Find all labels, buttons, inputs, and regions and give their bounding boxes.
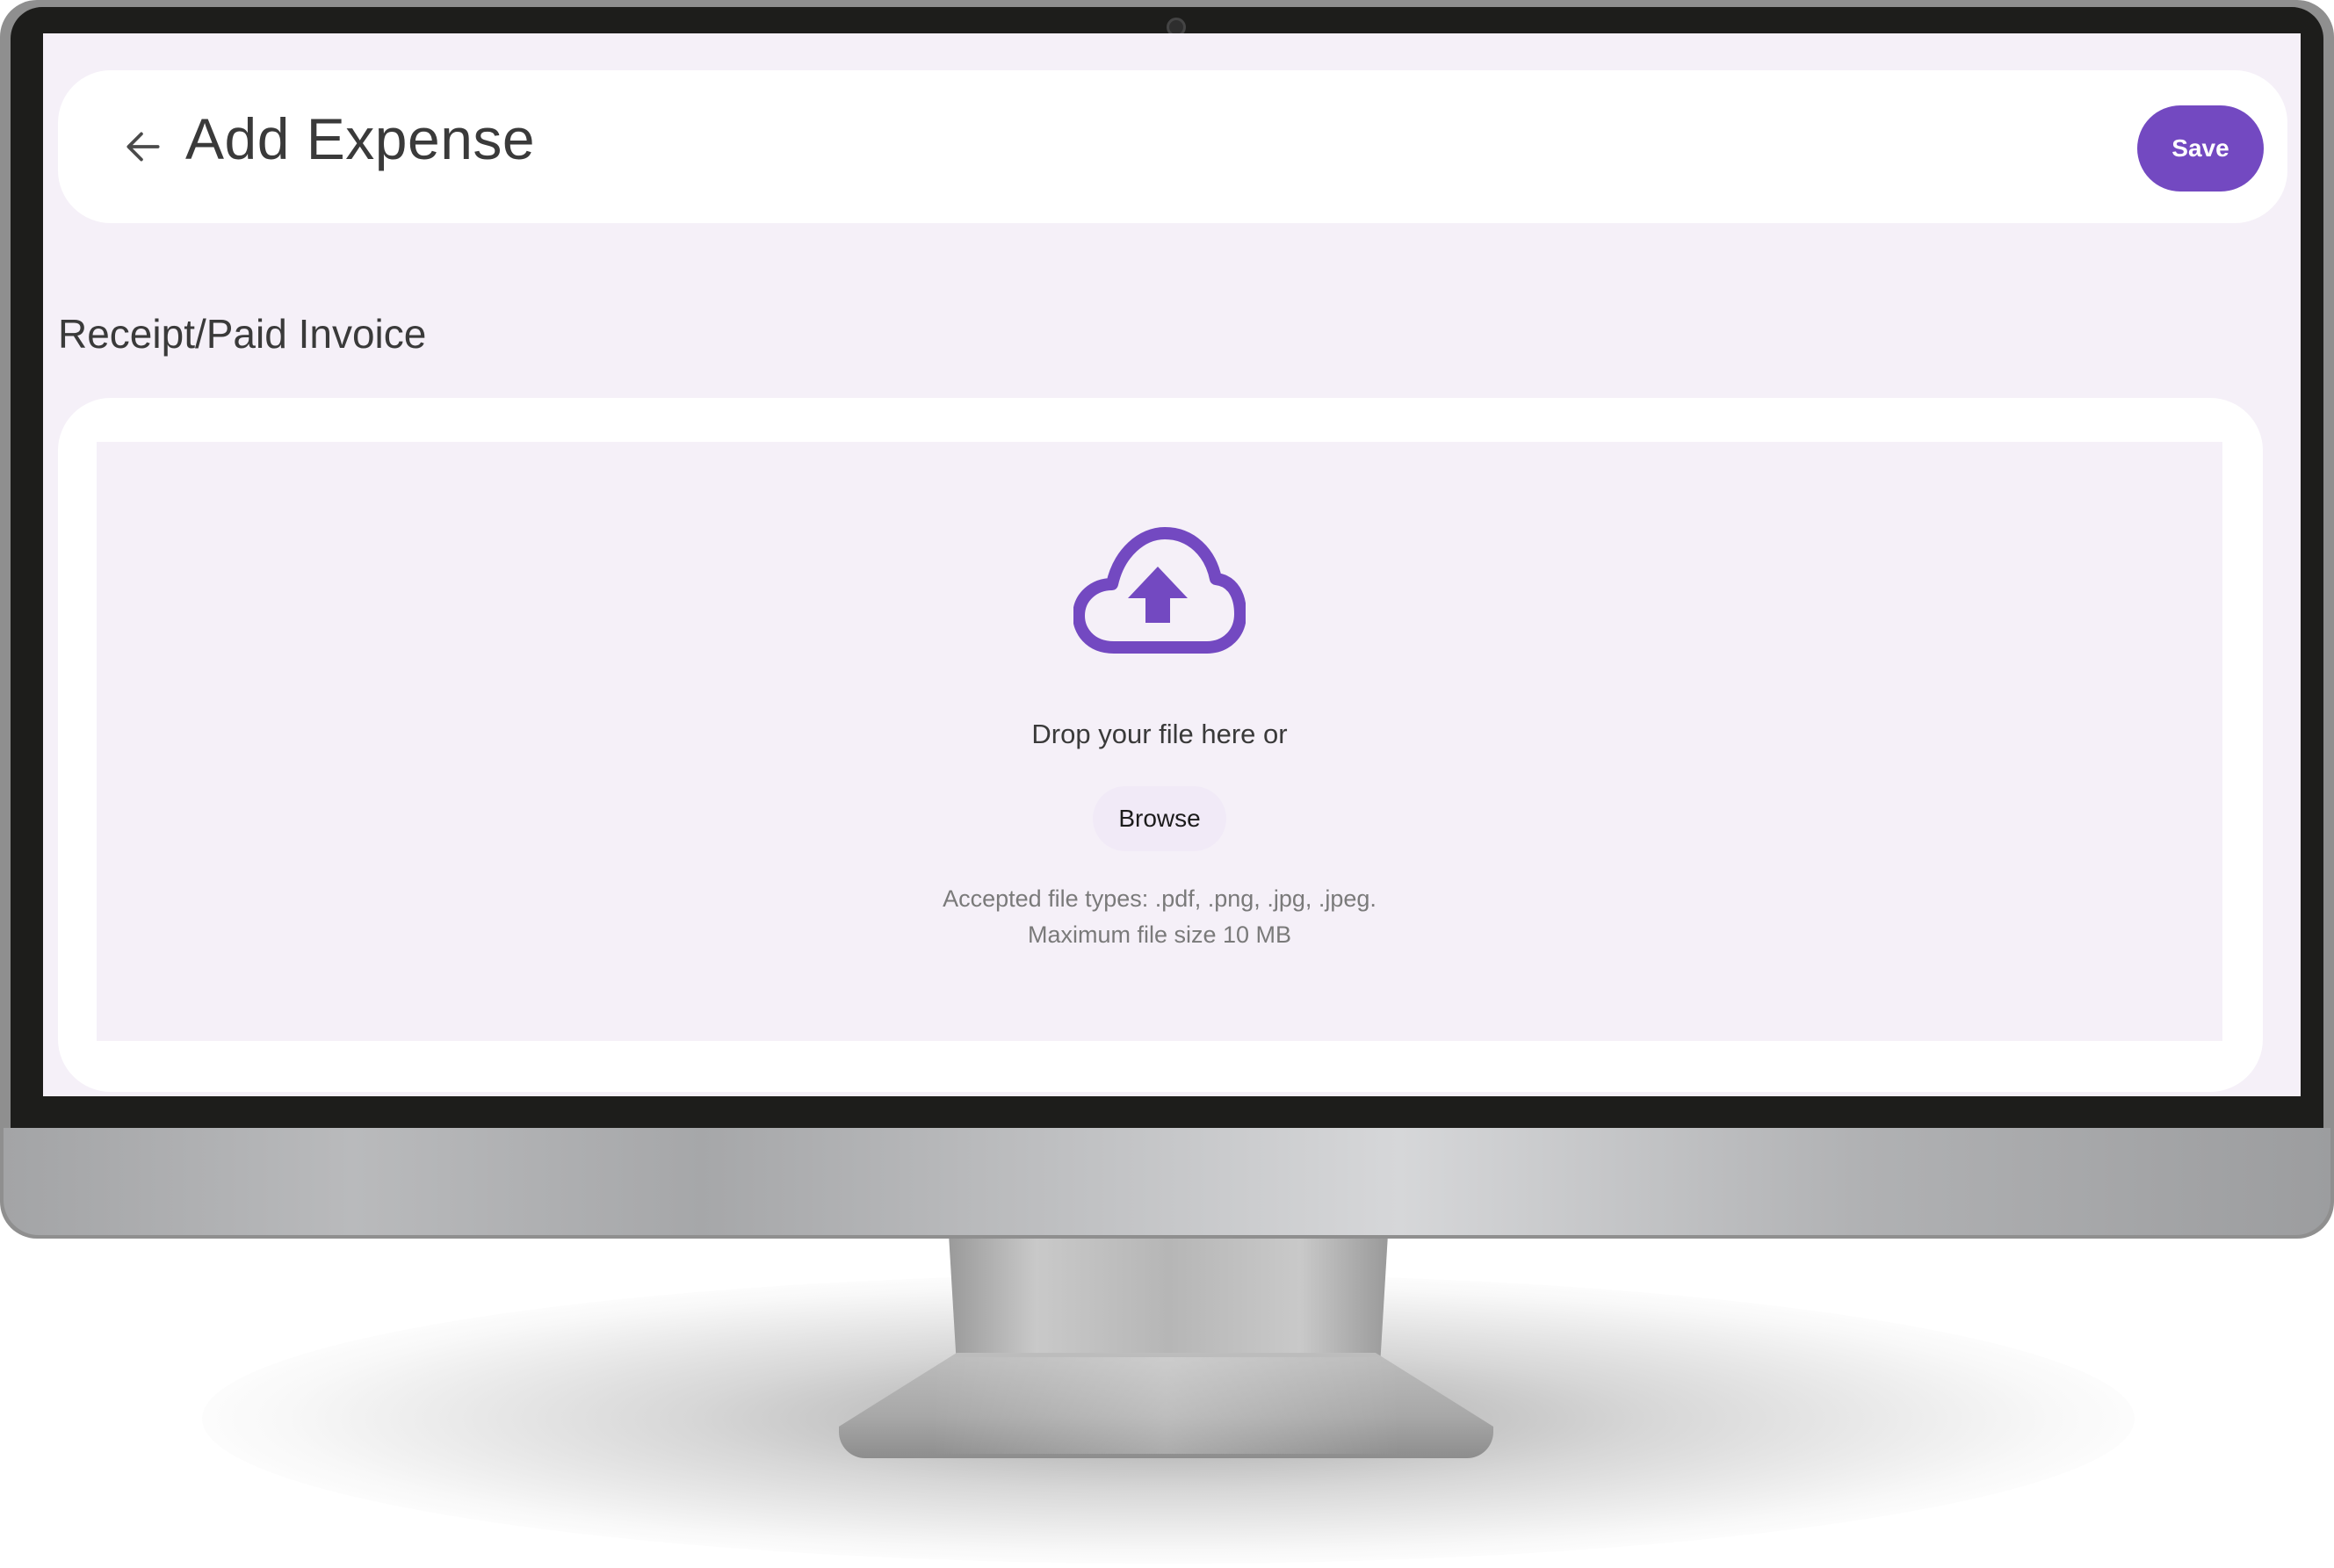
drop-prompt: Drop your file here or: [1031, 719, 1288, 749]
arrow-left-icon[interactable]: [121, 125, 165, 169]
monitor-frame: Add Expense Save Receipt/Paid Invoice Dr…: [0, 0, 2334, 1239]
header-bar: Add Expense Save: [58, 70, 2287, 223]
monitor-chin: [4, 1128, 2330, 1235]
section-title: Receipt/Paid Invoice: [58, 311, 427, 357]
app-screen: Add Expense Save Receipt/Paid Invoice Dr…: [43, 33, 2301, 1096]
save-button[interactable]: Save: [2137, 105, 2264, 191]
monitor-stand-highlight: [931, 1357, 1401, 1454]
page-title: Add Expense: [185, 106, 536, 171]
upload-card: Drop your file here or Browse Accepted f…: [58, 398, 2263, 1092]
accepted-file-types: Accepted file types: .pdf, .png, .jpg, .…: [943, 885, 1377, 912]
max-file-size: Maximum file size 10 MB: [1027, 921, 1292, 948]
browse-button[interactable]: Browse: [1093, 786, 1226, 851]
file-dropzone[interactable]: Drop your file here or Browse Accepted f…: [97, 442, 2222, 1041]
cloud-upload-icon: [1073, 527, 1246, 654]
monitor-mockup: Add Expense Save Receipt/Paid Invoice Dr…: [0, 0, 2334, 1568]
